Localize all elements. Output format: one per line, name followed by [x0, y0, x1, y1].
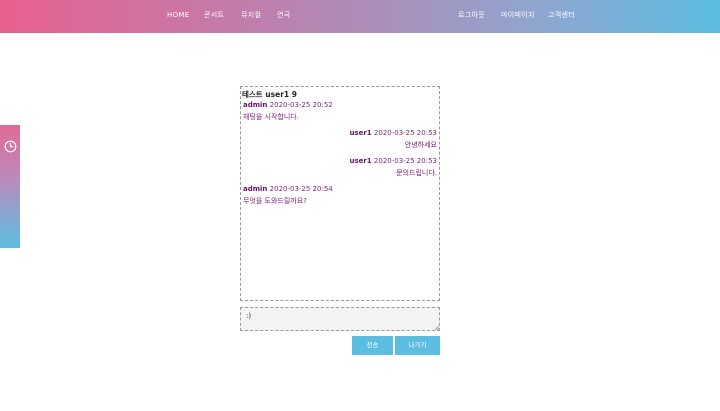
message-text: 안녕하세요: [404, 141, 437, 149]
send-button[interactable]: 전송: [352, 336, 393, 355]
top-navigation-bar: HOME 콘서트 뮤지컬 연극 로그아웃 마이페이지 고객센터: [0, 0, 720, 33]
message-timestamp: 2020-03-25 20:53: [373, 129, 437, 137]
message-sender: user1: [349, 157, 372, 165]
chat-message: user1 2020-03-25 20:53 안녕하세요: [241, 127, 437, 151]
chat-message-area[interactable]: 테스트 user1 9 admin 2020-03-25 20:52 채팅을 시…: [240, 86, 440, 301]
chat-message: admin 2020-03-25 20:52 채팅을 시작합니다.: [243, 99, 439, 123]
message-sender: admin: [243, 185, 268, 193]
clock-icon: [4, 140, 17, 153]
message-text: 문의드립니다.: [396, 169, 437, 177]
chat-message: admin 2020-03-25 20:54 무엇을 도와드릴까요?: [243, 183, 439, 207]
message-timestamp: 2020-03-25 20:52: [269, 101, 333, 109]
message-text: 무엇을 도와드릴까요?: [243, 197, 307, 205]
message-sender: user1: [349, 129, 372, 137]
nav-logout-link[interactable]: 로그아웃: [458, 0, 485, 33]
nav-mypage-link[interactable]: 마이페이지: [501, 0, 535, 33]
nav-home-link[interactable]: HOME: [167, 0, 189, 33]
nav-concert-link[interactable]: 콘서트: [204, 0, 224, 33]
exit-button[interactable]: 나가기: [395, 336, 440, 355]
chat-message: user1 2020-03-25 20:53 문의드립니다.: [241, 155, 437, 179]
nav-musical-link[interactable]: 뮤지컬: [241, 0, 261, 33]
message-sender: admin: [243, 101, 268, 109]
nav-customer-center-link[interactable]: 고객센터: [548, 0, 575, 33]
recent-view-side-tab[interactable]: [0, 125, 20, 248]
message-text: 채팅을 시작합니다.: [243, 113, 299, 121]
message-timestamp: 2020-03-25 20:53: [373, 157, 437, 165]
nav-play-link[interactable]: 연극: [277, 0, 290, 33]
message-input[interactable]: :): [240, 307, 440, 331]
message-timestamp: 2020-03-25 20:54: [269, 185, 333, 193]
resize-handle-icon[interactable]: [434, 325, 439, 330]
